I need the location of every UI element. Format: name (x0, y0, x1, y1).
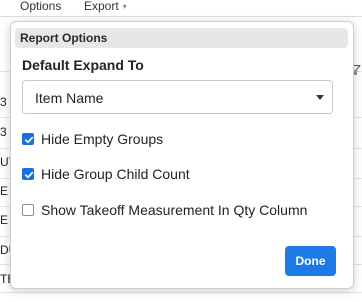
show-takeoff-measurement-checkbox[interactable] (22, 204, 34, 216)
options-menu[interactable]: Options (20, 0, 61, 13)
hide-group-child-count-label: Hide Group Child Count (41, 166, 190, 182)
default-expand-select[interactable]: Item Name (22, 80, 333, 114)
row-divider (0, 292, 362, 293)
checkmark-icon (24, 171, 34, 179)
dropdown-caret-icon (316, 95, 324, 100)
report-options-popup: Report Options Default Expand To Item Na… (10, 21, 354, 289)
default-expand-title: Default Expand To (22, 57, 144, 73)
select-value: Item Name (35, 90, 104, 106)
export-menu-label: Export (84, 0, 119, 13)
hide-empty-groups-option[interactable]: Hide Empty Groups (22, 131, 342, 147)
hide-empty-groups-label: Hide Empty Groups (41, 131, 164, 147)
row-cell-text: E (0, 184, 9, 198)
show-takeoff-measurement-option[interactable]: Show Takeoff Measurement In Qty Column (22, 202, 342, 218)
checkmark-icon (24, 136, 34, 144)
hide-group-child-count-checkbox[interactable] (22, 168, 34, 180)
popup-header: Report Options (15, 28, 348, 48)
row-cell-text: 3 (0, 95, 7, 109)
row-cell-text: E (0, 213, 9, 227)
done-button[interactable]: Done (285, 246, 336, 276)
hide-empty-groups-checkbox[interactable] (22, 133, 34, 145)
popup-title: Report Options (20, 31, 108, 45)
row-cell-text: 3 (0, 125, 7, 139)
show-takeoff-measurement-label: Show Takeoff Measurement In Qty Column (41, 202, 308, 218)
top-toolbar: Options Export ▾ (0, 0, 362, 17)
hide-group-child-count-option[interactable]: Hide Group Child Count (22, 166, 342, 182)
chevron-down-icon: ▾ (122, 2, 127, 11)
export-menu[interactable]: Export ▾ (84, 0, 127, 14)
